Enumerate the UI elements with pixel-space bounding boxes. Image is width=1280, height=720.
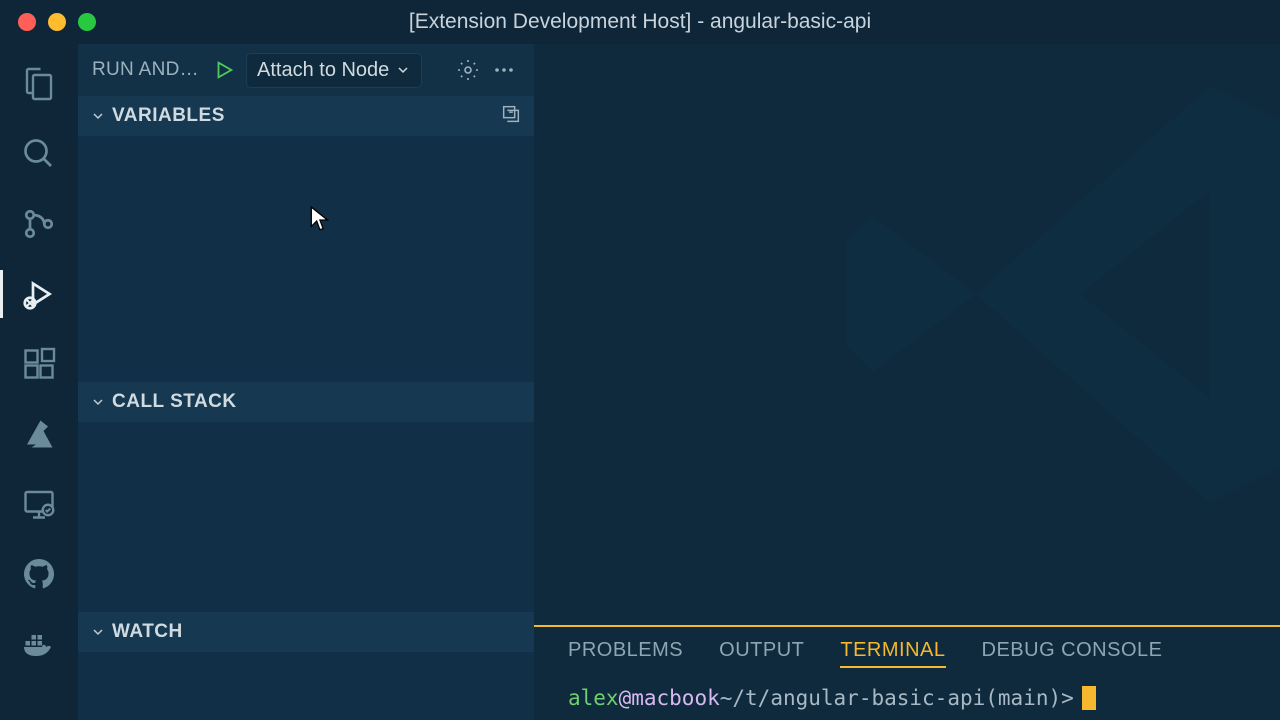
debug-console-tab[interactable]: DEBUG CONSOLE <box>982 639 1163 668</box>
editor-area: PROBLEMS OUTPUT TERMINAL DEBUG CONSOLE a… <box>534 44 1280 720</box>
vscode-logo-icon <box>820 44 1280 554</box>
terminal-cursor <box>1082 686 1096 710</box>
chevron-down-icon <box>90 394 106 410</box>
sidebar-header: RUN AND … Attach to Node <box>78 44 534 96</box>
azure-tab[interactable] <box>15 410 63 458</box>
debug-config-picker[interactable]: Attach to Node <box>246 53 422 88</box>
callstack-body <box>78 422 534 612</box>
variables-header[interactable]: VARIABLES <box>78 96 534 136</box>
terminal-content[interactable]: alex@macbook ~/t/angular-basic-api (main… <box>534 676 1280 720</box>
panel-tabs: PROBLEMS OUTPUT TERMINAL DEBUG CONSOLE <box>534 627 1280 676</box>
terminal-path: ~/t/angular-basic-api <box>720 686 986 710</box>
titlebar: [Extension Development Host] - angular-b… <box>0 0 1280 44</box>
watch-header[interactable]: WATCH <box>78 612 534 652</box>
start-debugging-button[interactable] <box>210 56 238 84</box>
github-tab[interactable] <box>15 550 63 598</box>
chevron-down-icon <box>90 108 106 124</box>
output-tab[interactable]: OUTPUT <box>719 639 804 668</box>
problems-tab[interactable]: PROBLEMS <box>568 639 683 668</box>
debug-sidebar: RUN AND … Attach to Node VARIABLES <box>78 44 534 720</box>
collapse-all-button[interactable] <box>500 103 522 130</box>
terminal-user: alex <box>568 686 619 710</box>
terminal-host: macbook <box>631 686 720 710</box>
maximize-window-button[interactable] <box>78 13 96 31</box>
explorer-tab[interactable] <box>15 60 63 108</box>
cursor-icon <box>310 206 332 234</box>
debug-config-label: Attach to Node <box>257 59 389 82</box>
variables-section: VARIABLES <box>78 96 534 382</box>
callstack-header[interactable]: CALL STACK <box>78 382 534 422</box>
traffic-lights <box>0 13 96 31</box>
terminal-prompt: > <box>1061 686 1074 710</box>
window-title: [Extension Development Host] - angular-b… <box>409 10 871 34</box>
watch-title: WATCH <box>112 621 183 643</box>
terminal-branch: (main) <box>985 686 1061 710</box>
watch-body <box>78 652 534 720</box>
callstack-title: CALL STACK <box>112 391 237 413</box>
docker-tab[interactable] <box>15 620 63 668</box>
variables-title: VARIABLES <box>112 105 225 127</box>
chevron-down-icon <box>90 624 106 640</box>
activity-bar <box>0 44 78 720</box>
chevron-down-icon <box>395 62 411 78</box>
terminal-at: @ <box>619 686 632 710</box>
sidebar-title: RUN AND … <box>92 59 202 81</box>
debug-settings-button[interactable] <box>452 54 484 86</box>
watch-section: WATCH <box>78 612 534 720</box>
editor-background <box>534 44 1280 625</box>
terminal-tab[interactable]: TERMINAL <box>840 639 945 668</box>
close-window-button[interactable] <box>18 13 36 31</box>
source-control-tab[interactable] <box>15 200 63 248</box>
remote-explorer-tab[interactable] <box>15 480 63 528</box>
run-debug-tab[interactable] <box>15 270 63 318</box>
search-tab[interactable] <box>15 130 63 178</box>
more-actions-button[interactable] <box>488 54 520 86</box>
bottom-panel: PROBLEMS OUTPUT TERMINAL DEBUG CONSOLE a… <box>534 625 1280 720</box>
variables-body <box>78 136 534 382</box>
callstack-section: CALL STACK <box>78 382 534 612</box>
extensions-tab[interactable] <box>15 340 63 388</box>
minimize-window-button[interactable] <box>48 13 66 31</box>
